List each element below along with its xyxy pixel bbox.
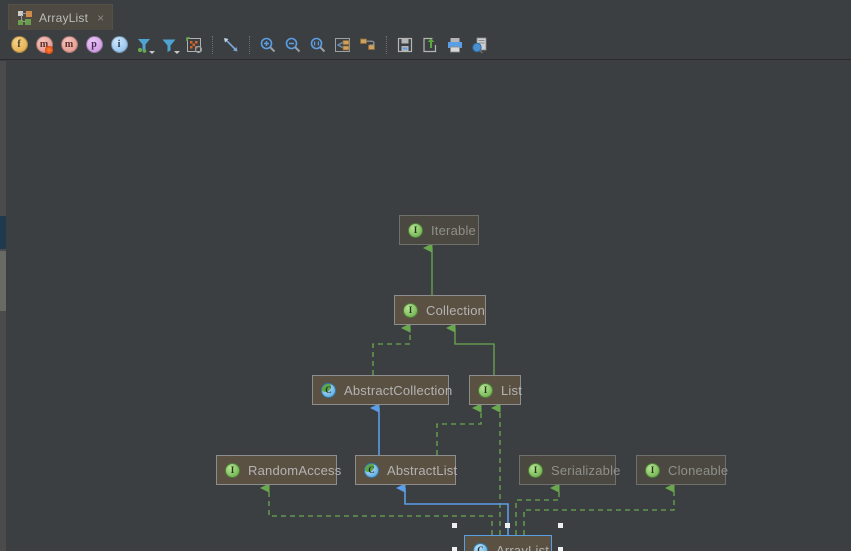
export-to-image-button[interactable]	[419, 34, 441, 56]
print-preview-icon	[472, 37, 487, 54]
change-visibility-level-button[interactable]	[133, 34, 155, 56]
node-iterable[interactable]: I Iterable	[399, 215, 479, 245]
interface-icon: I	[225, 462, 240, 478]
node-label: List	[501, 382, 523, 398]
node-label: AbstractCollection	[344, 382, 453, 398]
edge-list-collection	[446, 323, 495, 375]
property-icon: p	[85, 36, 103, 53]
uml-diagram-icon	[18, 10, 32, 25]
show-constructors-button[interactable]: m	[33, 34, 55, 56]
expand-nodes-button[interactable]	[357, 34, 379, 56]
node-abstractlist[interactable]: C AbstractList	[355, 455, 458, 485]
toolbar-separator	[249, 35, 251, 54]
node-cloneable[interactable]: I Cloneable	[636, 455, 729, 485]
selection-handle-w[interactable]	[452, 547, 457, 551]
node-label: RandomAccess	[248, 462, 342, 478]
inner-class-icon: i	[110, 36, 128, 53]
interface-icon: I	[403, 302, 418, 318]
selection-handle-n[interactable]	[505, 523, 510, 528]
zoom-out-button[interactable]	[282, 34, 304, 56]
show-methods-button[interactable]: m	[58, 34, 80, 56]
node-label: ArrayList	[496, 542, 550, 551]
fit-content-button[interactable]	[332, 34, 354, 56]
diagram-surface[interactable]: I Iterable I Collection C AbstractCollec…	[7, 61, 851, 551]
show-dependencies-button[interactable]	[220, 34, 242, 56]
export-icon	[423, 37, 437, 52]
edges-icon	[186, 36, 203, 53]
diagram-canvas[interactable]: I Iterable I Collection C AbstractCollec…	[0, 61, 851, 551]
vertical-scrollbar-thumb[interactable]	[0, 251, 6, 311]
node-serializable[interactable]: I Serializable	[519, 455, 620, 485]
node-arraylist[interactable]: C ArrayList	[464, 535, 552, 551]
gutter-marker	[0, 216, 6, 249]
diagonal-arrow-icon	[224, 37, 238, 51]
chevron-down-icon	[174, 50, 180, 54]
print-button[interactable]	[444, 34, 466, 56]
selection-handle-e[interactable]	[558, 547, 563, 551]
abstract-class-icon: C	[364, 462, 379, 478]
edges-filter-button[interactable]	[183, 34, 205, 56]
chevron-down-icon	[149, 50, 155, 54]
node-collection[interactable]: I Collection	[394, 295, 486, 325]
export-to-file-button[interactable]	[394, 34, 416, 56]
selection-handle-ne[interactable]	[558, 523, 563, 528]
editor-tab-bar: ArrayList ×	[0, 0, 851, 31]
node-label: Collection	[426, 302, 486, 318]
node-randomaccess[interactable]: I RandomAccess	[216, 455, 341, 485]
fit-content-icon	[335, 37, 350, 52]
interface-icon: I	[408, 222, 423, 238]
zoom-out-icon	[285, 37, 301, 52]
diagram-toolbar: f m m p i	[0, 30, 851, 60]
interface-icon: I	[645, 462, 660, 478]
node-label: Serializable	[551, 462, 621, 478]
node-list[interactable]: I List	[469, 375, 523, 405]
toolbar-separator	[212, 35, 214, 54]
show-inner-classes-button[interactable]: i	[108, 34, 130, 56]
show-fields-button[interactable]: f	[8, 34, 30, 56]
constructor-overlay-icon	[45, 45, 53, 54]
zoom-in-button[interactable]	[257, 34, 279, 56]
expand-nodes-icon	[360, 38, 375, 50]
node-label: AbstractList	[387, 462, 458, 478]
node-label: Cloneable	[668, 462, 729, 478]
filter-button[interactable]	[158, 34, 180, 56]
uml-diagram-window: ArrayList × f m m p i I Iterable I Colle…	[0, 0, 851, 551]
abstract-class-icon: C	[321, 382, 336, 398]
edge-arraylist-randomaccess	[260, 483, 493, 535]
interface-icon: I	[478, 382, 493, 398]
show-properties-button[interactable]: p	[83, 34, 105, 56]
edge-abstractlist-list	[436, 403, 482, 455]
print-preview-button[interactable]	[469, 34, 491, 56]
node-abstractcollection[interactable]: C AbstractCollection	[312, 375, 453, 405]
edge-abstractcollection-collection	[372, 323, 411, 375]
save-icon	[397, 37, 413, 52]
tab-label: ArrayList	[39, 10, 89, 25]
interface-icon: I	[528, 462, 543, 478]
print-icon	[448, 37, 462, 52]
close-icon[interactable]: ×	[97, 12, 104, 24]
edge-arraylist-serializable	[515, 483, 560, 535]
toolbar-separator	[386, 35, 388, 54]
node-label: Iterable	[431, 222, 476, 238]
edge-arraylist-cloneable	[523, 483, 675, 535]
zoom-actual-icon	[310, 37, 326, 52]
method-icon: m	[60, 36, 78, 53]
actual-size-button[interactable]	[307, 34, 329, 56]
tab-arraylist[interactable]: ArrayList ×	[8, 4, 114, 30]
field-icon: f	[10, 36, 28, 53]
class-icon: C	[473, 542, 488, 551]
canvas-left-gutter	[0, 61, 6, 551]
selection-handle-nw[interactable]	[452, 523, 457, 528]
zoom-in-icon	[260, 37, 276, 52]
